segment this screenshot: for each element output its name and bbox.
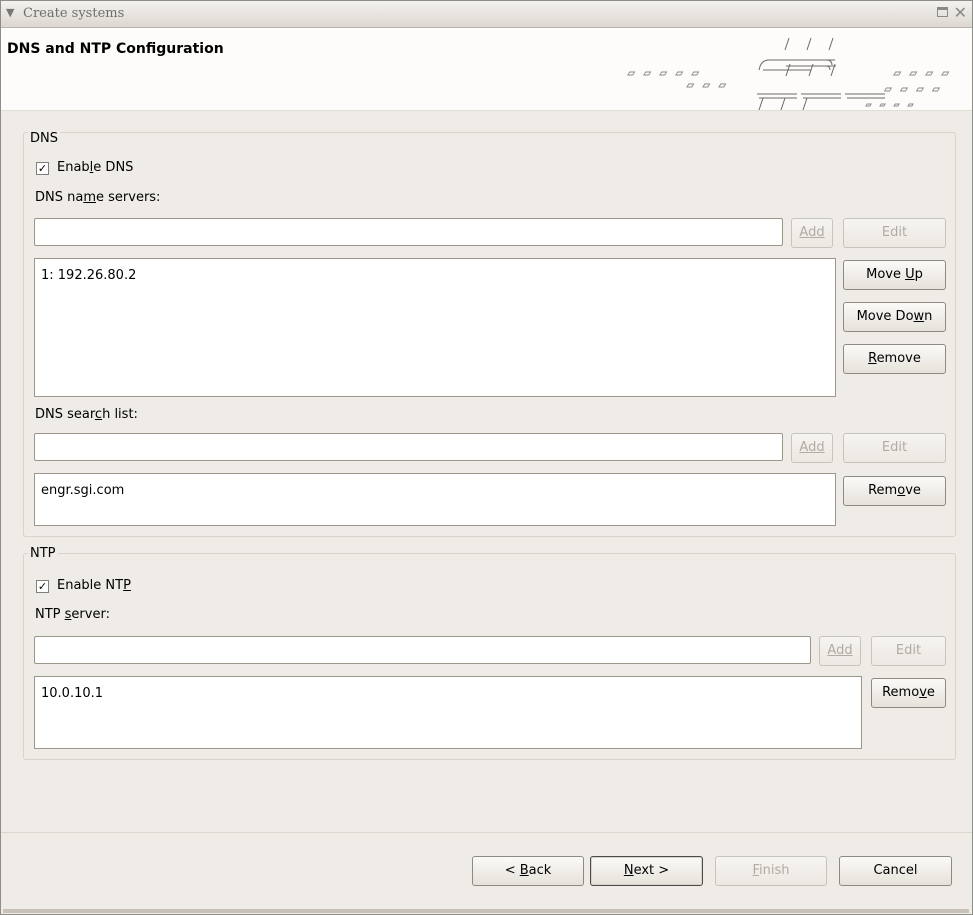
banner-logo-graphic: [627, 37, 950, 110]
dns-name-server-edit-button[interactable]: Edit: [843, 218, 946, 248]
footer-separator: [1, 832, 972, 833]
ntp-server-edit-button[interactable]: Edit: [871, 636, 946, 666]
window-title: Create systems: [23, 6, 125, 21]
dns-search-remove-button[interactable]: Remove: [843, 476, 946, 506]
move-up-button[interactable]: Move Up: [843, 260, 946, 290]
ntp-server-list[interactable]: 10.0.10.1: [34, 676, 862, 749]
list-item[interactable]: 1: 192.26.80.2: [41, 267, 829, 285]
dns-search-list[interactable]: engr.sgi.com: [34, 473, 836, 526]
dns-search-add-button[interactable]: Add: [791, 433, 833, 463]
dns-name-server-remove-button[interactable]: Remove: [843, 344, 946, 374]
list-item[interactable]: engr.sgi.com: [41, 482, 829, 500]
back-button[interactable]: < Back: [472, 856, 584, 886]
move-down-button[interactable]: Move Down: [843, 302, 946, 332]
title-bar[interactable]: ▼ Create systems ✕: [1, 1, 972, 28]
wizard-header: DNS and NTP Configuration: [1, 28, 972, 111]
ntp-server-input[interactable]: [34, 636, 811, 664]
ntp-server-remove-button[interactable]: Remove: [871, 678, 946, 708]
bottom-scrollbar[interactable]: [3, 909, 969, 913]
dns-name-servers-label: DNS name servers:: [35, 190, 161, 205]
maximize-icon[interactable]: [937, 7, 948, 17]
close-icon[interactable]: ✕: [954, 3, 967, 22]
next-button[interactable]: Next >: [590, 856, 703, 886]
ntp-server-label: NTP server:: [35, 607, 110, 622]
dns-search-input[interactable]: [34, 433, 783, 461]
dns-name-server-add-button[interactable]: Add: [791, 218, 833, 248]
enable-dns-label[interactable]: Enable DNS: [57, 160, 133, 175]
dns-search-list-label: DNS search list:: [35, 407, 138, 422]
ntp-server-add-button[interactable]: Add: [819, 636, 861, 666]
dns-group-label: DNS: [28, 131, 60, 146]
dns-search-edit-button[interactable]: Edit: [843, 433, 946, 463]
enable-ntp-checkbox[interactable]: ✓: [36, 580, 49, 593]
finish-button[interactable]: Finish: [715, 856, 827, 886]
window-menu-chevron-icon[interactable]: ▼: [6, 6, 20, 20]
enable-ntp-label[interactable]: Enable NTP: [57, 578, 131, 593]
enable-dns-checkbox[interactable]: ✓: [36, 162, 49, 175]
page-title: DNS and NTP Configuration: [7, 41, 224, 57]
ntp-group-label: NTP: [28, 546, 58, 561]
list-item[interactable]: 10.0.10.1: [41, 685, 855, 703]
dns-name-servers-list[interactable]: 1: 192.26.80.2: [34, 258, 836, 397]
cancel-button[interactable]: Cancel: [839, 856, 952, 886]
dns-name-server-input[interactable]: [34, 218, 783, 246]
create-systems-window: ▼ Create systems ✕ DNS and NTP Configura…: [0, 0, 973, 915]
